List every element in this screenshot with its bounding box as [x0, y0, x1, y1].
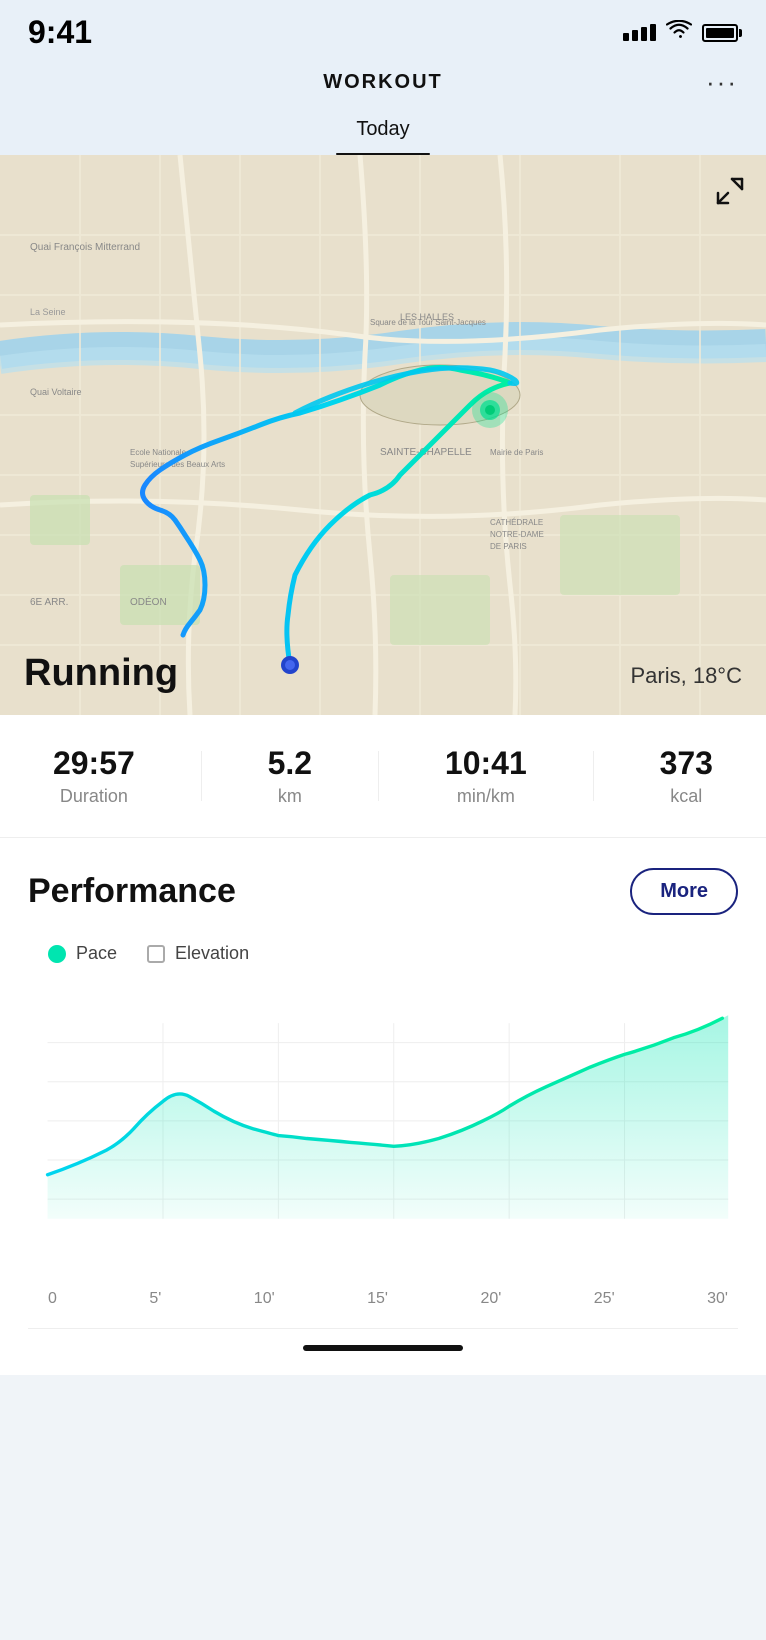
- svg-text:ODÉON: ODÉON: [130, 595, 167, 608]
- tab-today[interactable]: Today: [336, 110, 429, 155]
- status-icons: [623, 20, 738, 46]
- stat-calories: 373 kcal: [660, 745, 713, 807]
- stat-divider-1: [201, 751, 202, 801]
- svg-text:Quai Voltaire: Quai Voltaire: [30, 387, 82, 397]
- svg-text:Ecole Nationale: Ecole Nationale: [130, 448, 187, 457]
- map-container: Quai François Mitterrand La Seine LES HA…: [0, 155, 766, 715]
- header-title: WORKOUT: [323, 71, 443, 94]
- status-bar: 9:41: [0, 0, 766, 59]
- tab-bar: Today: [0, 110, 766, 155]
- x-label-0: 0: [48, 1290, 57, 1308]
- performance-section: Performance More Pace Elevation: [0, 838, 766, 1329]
- x-label-30: 30': [707, 1290, 728, 1308]
- elevation-legend-label: Elevation: [175, 943, 249, 964]
- stat-divider-2: [378, 751, 379, 801]
- performance-title: Performance: [28, 872, 236, 911]
- status-time: 9:41: [28, 14, 92, 51]
- activity-type: Running: [24, 652, 178, 694]
- map-location: Paris, 18°C: [630, 663, 742, 689]
- map-svg: Quai François Mitterrand La Seine LES HA…: [0, 155, 766, 715]
- pace-chart: [28, 984, 738, 1277]
- svg-text:CATHÉDRALE: CATHÉDRALE: [490, 518, 543, 527]
- map-expand-button[interactable]: [710, 171, 750, 211]
- x-label-20: 20': [480, 1290, 501, 1308]
- chart-x-labels: 0 5' 10' 15' 20' 25' 30': [28, 1282, 738, 1328]
- elevation-legend-square: [147, 945, 165, 963]
- svg-text:La Seine: La Seine: [30, 307, 66, 317]
- header: WORKOUT ···: [0, 59, 766, 110]
- stat-pace-label: min/km: [457, 786, 515, 807]
- stats-row: 29:57 Duration 5.2 km 10:41 min/km 373 k…: [0, 715, 766, 838]
- chart-container: 0 5' 10' 15' 20' 25' 30': [28, 984, 738, 1328]
- legend-elevation: Elevation: [147, 943, 249, 964]
- signal-icon: [623, 24, 656, 41]
- stat-calories-value: 373: [660, 745, 713, 782]
- stat-calories-label: kcal: [670, 786, 702, 807]
- stat-pace: 10:41 min/km: [445, 745, 527, 807]
- stat-divider-3: [593, 751, 594, 801]
- stat-duration: 29:57 Duration: [53, 745, 135, 807]
- svg-text:DE PARIS: DE PARIS: [490, 542, 527, 551]
- svg-text:Quai François Mitterrand: Quai François Mitterrand: [30, 242, 140, 253]
- stat-duration-label: Duration: [60, 786, 128, 807]
- pace-legend-label: Pace: [76, 943, 117, 964]
- stat-distance: 5.2 km: [268, 745, 312, 807]
- x-label-10: 10': [254, 1290, 275, 1308]
- bottom-bar: [0, 1329, 766, 1375]
- wifi-icon: [666, 20, 692, 46]
- stat-duration-value: 29:57: [53, 745, 135, 782]
- svg-text:6E ARR.: 6E ARR.: [30, 597, 68, 608]
- more-menu-button[interactable]: ···: [706, 67, 738, 98]
- more-button[interactable]: More: [630, 868, 738, 915]
- x-label-5: 5': [149, 1290, 161, 1308]
- svg-text:NOTRE-DAME: NOTRE-DAME: [490, 530, 544, 539]
- svg-text:Square de la Tour Saint-Jacque: Square de la Tour Saint-Jacques: [370, 318, 486, 327]
- performance-header: Performance More: [28, 868, 738, 915]
- stat-pace-value: 10:41: [445, 745, 527, 782]
- stat-distance-value: 5.2: [268, 745, 312, 782]
- chart-legend: Pace Elevation: [28, 943, 738, 964]
- svg-text:Mairie de Paris: Mairie de Paris: [490, 448, 543, 457]
- stat-distance-label: km: [278, 786, 302, 807]
- home-indicator: [303, 1345, 463, 1351]
- legend-pace: Pace: [48, 943, 117, 964]
- pace-legend-dot: [48, 945, 66, 963]
- map-activity-label: Running: [24, 652, 178, 695]
- x-label-25: 25': [594, 1290, 615, 1308]
- battery-icon: [702, 24, 738, 42]
- x-label-15: 15': [367, 1290, 388, 1308]
